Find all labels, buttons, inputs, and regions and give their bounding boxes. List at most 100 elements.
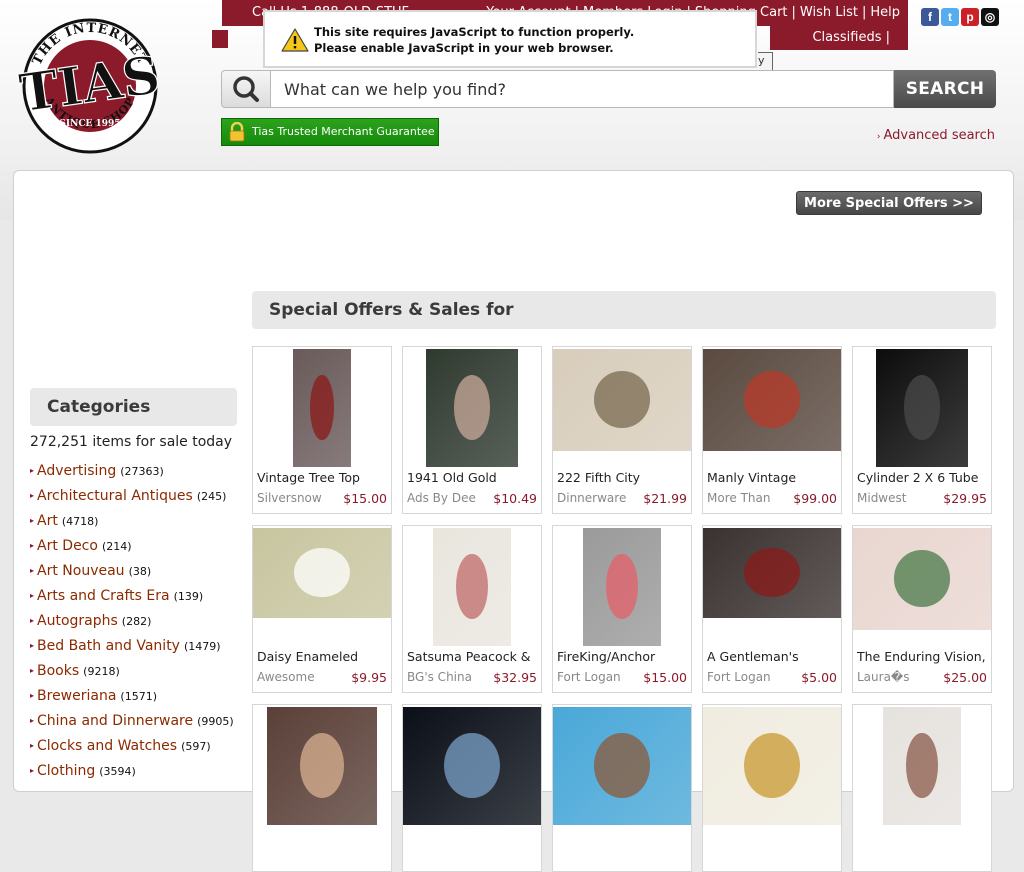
category-item[interactable]: ▸ Breweriana (1571) (30, 683, 234, 708)
grooming-set-image[interactable] (703, 349, 841, 451)
category-link[interactable]: Art (37, 513, 58, 529)
product-seller[interactable]: Silversnow (257, 491, 322, 505)
angel-doll-image[interactable] (293, 349, 351, 467)
category-link[interactable]: Art Nouveau (37, 563, 125, 579)
category-link[interactable]: Books (37, 663, 79, 679)
product-title[interactable]: FireKing/Anchor (557, 649, 689, 664)
product-title[interactable]: A Gentleman's (707, 649, 839, 664)
category-select-stub[interactable]: y (758, 52, 773, 72)
product-image-subject (906, 732, 938, 798)
tias-logo[interactable]: THE INTERNET ANTIQUE SHOP TIAS SINCE 199… (14, 14, 166, 154)
facebook-icon[interactable]: f (921, 8, 939, 26)
nav-wish-list[interactable]: Wish List (800, 5, 858, 20)
category-link[interactable]: Arts and Crafts Era (37, 588, 170, 604)
advanced-search-link[interactable]: › Advanced search (877, 128, 995, 143)
instagram-icon[interactable]: ◎ (981, 8, 999, 26)
category-link[interactable]: China and Dinnerware (37, 713, 193, 729)
product-card[interactable] (552, 704, 692, 872)
product-seller[interactable]: Midwest (857, 491, 906, 505)
category-link[interactable]: Clothing (37, 763, 95, 779)
product-card[interactable]: Vintage Tree Top Silversnow $15.00 (252, 346, 392, 514)
category-item[interactable]: ▸ China and Dinnerware (9905) (30, 708, 234, 733)
category-item[interactable]: ▸ Autographs (282) (30, 608, 234, 633)
pink-creamer-image[interactable] (583, 528, 661, 646)
product-card[interactable] (852, 704, 992, 872)
warning-icon (281, 28, 309, 52)
product-title[interactable]: Daisy Enameled (257, 649, 389, 664)
product-card[interactable] (252, 704, 392, 872)
product-card[interactable]: 222 Fifth City Dinnerware $21.99 (552, 346, 692, 514)
product-card[interactable]: Daisy Enameled Awesome $9.95 (252, 525, 392, 693)
daisy-hanky-image[interactable] (253, 528, 391, 618)
more-special-offers-button[interactable]: More Special Offers >> (796, 191, 982, 215)
product-title[interactable]: The Enduring Vision, (857, 649, 989, 664)
product-card[interactable]: Manly Vintage More Than $99.00 (702, 346, 842, 514)
category-link[interactable]: Breweriana (37, 688, 116, 704)
santa-ad-image[interactable] (426, 349, 518, 467)
product-card[interactable] (702, 704, 842, 872)
category-item[interactable]: ▸ Art Nouveau (38) (30, 558, 234, 583)
category-link[interactable]: Advertising (37, 463, 116, 479)
category-item[interactable]: ▸ Arts and Crafts Era (139) (30, 583, 234, 608)
product-title[interactable]: 1941 Old Gold (407, 470, 539, 485)
category-item[interactable]: ▸ Bed Bath and Vanity (1479) (30, 633, 234, 658)
product-title[interactable]: Satsuma Peacock & (407, 649, 539, 664)
pinterest-glyph: p (966, 10, 974, 24)
product-seller[interactable]: More Than (707, 491, 770, 505)
category-link[interactable]: Bed Bath and Vanity (37, 638, 180, 654)
product-card[interactable]: 1941 Old Gold Ads By Dee $10.49 (402, 346, 542, 514)
category-link[interactable]: Architectural Antiques (37, 488, 193, 504)
product-title[interactable]: Vintage Tree Top (257, 470, 389, 485)
product-card[interactable]: Cylinder 2 X 6 Tube Midwest $29.95 (852, 346, 992, 514)
pinterest-icon[interactable]: p (961, 8, 979, 26)
nav-classifieds[interactable]: Classifieds | (812, 30, 890, 45)
category-item[interactable]: ▸ Clothing (3594) (30, 758, 234, 783)
nav-help[interactable]: Help (870, 5, 900, 20)
trusted-merchant-badge[interactable]: Tias Trusted Merchant Guarantee (221, 118, 439, 146)
search-button[interactable]: SEARCH (894, 70, 996, 108)
product-card[interactable]: Satsuma Peacock & BG's China $32.95 (402, 525, 542, 693)
category-item[interactable]: ▸ Art Deco (214) (30, 533, 234, 558)
category-link[interactable]: Art Deco (37, 538, 98, 554)
arrow-right-icon: ▸ (30, 666, 35, 675)
category-item[interactable]: ▸ Clocks and Watches (597) (30, 733, 234, 758)
product-seller[interactable]: BG's China (407, 670, 472, 684)
satsuma-vase-image[interactable] (433, 528, 511, 646)
glass-cylinder-image[interactable] (876, 349, 968, 467)
category-count: (597) (181, 740, 211, 753)
product-image-wrap (703, 707, 841, 825)
product-title[interactable]: Manly Vintage (707, 470, 839, 485)
eiffel-plate-image[interactable] (553, 349, 691, 451)
product-seller[interactable]: Laura�s (857, 670, 910, 684)
product-seller[interactable]: Fort Logan (557, 670, 621, 684)
product-image-wrap (553, 707, 691, 825)
product-card[interactable]: FireKing/Anchor Fort Logan $15.00 (552, 525, 692, 693)
glass-bowl-image[interactable] (403, 707, 541, 825)
blue-room-image[interactable] (553, 707, 691, 825)
gentleman-cd-image[interactable] (703, 528, 841, 618)
gold-medals-image[interactable] (703, 707, 841, 825)
product-card[interactable] (402, 704, 542, 872)
enduring-vision-book-image[interactable] (853, 528, 991, 630)
product-seller[interactable]: Awesome (257, 670, 315, 684)
search-input[interactable] (270, 70, 894, 108)
toby-mugs-image[interactable] (267, 707, 377, 825)
search-icon-box[interactable] (221, 70, 270, 108)
product-card[interactable]: The Enduring Vision, Laura�s $25.00 (852, 525, 992, 693)
product-seller[interactable]: Ads By Dee (407, 491, 476, 505)
category-link[interactable]: Clocks and Watches (37, 738, 177, 754)
bead-necklace-image[interactable] (883, 707, 961, 825)
product-image-subject (294, 547, 350, 598)
product-card[interactable]: A Gentleman's Fort Logan $5.00 (702, 525, 842, 693)
product-seller[interactable]: Dinnerware (557, 491, 626, 505)
product-seller[interactable]: Fort Logan (707, 670, 771, 684)
category-item[interactable]: ▸ Art (4718) (30, 508, 234, 533)
category-item[interactable]: ▸ Advertising (27363) (30, 458, 234, 483)
category-item[interactable]: ▸ Architectural Antiques (245) (30, 483, 234, 508)
category-link[interactable]: Autographs (37, 613, 118, 629)
twitter-icon[interactable]: t (941, 8, 959, 26)
product-title[interactable]: Cylinder 2 X 6 Tube (857, 470, 989, 485)
category-item[interactable]: ▸ Books (9218) (30, 658, 234, 683)
product-title[interactable]: 222 Fifth City (557, 470, 689, 485)
product-image-wrap (553, 349, 691, 467)
